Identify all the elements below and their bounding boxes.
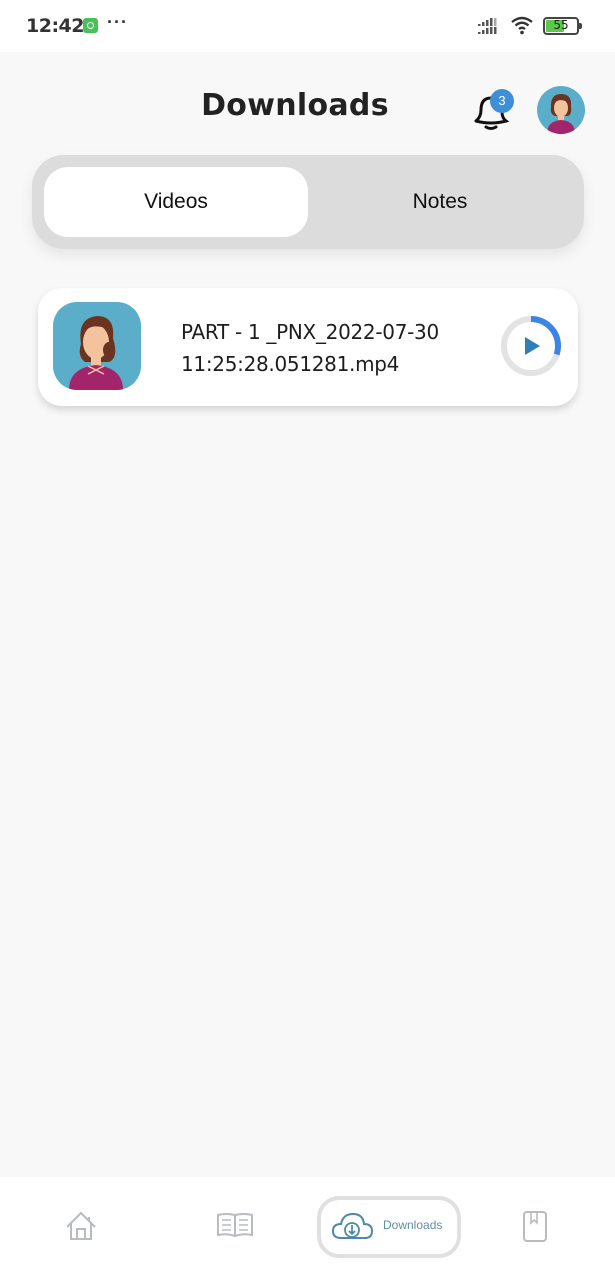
video-filename: PART - 1 _PNX_2022-07-30 11:25:28.051281… [181,320,439,376]
bookmark-icon [523,1211,547,1242]
profile-avatar-icon [547,94,575,134]
content-type-tabs: Videos Notes [32,155,584,249]
avatar[interactable] [537,86,585,134]
download-progress-play-button[interactable] [499,314,563,378]
tab-notes[interactable]: Notes [308,167,572,237]
battery-icon: 55 [543,17,582,35]
status-bar: 12:42 ··· 55 [0,0,615,52]
app-notification-icon [83,18,98,33]
play-icon [525,337,540,355]
signal-icon [478,18,497,34]
nav-bookmarks[interactable] [515,1177,555,1280]
wifi-icon [511,16,533,35]
cloud-download-icon [331,1212,374,1239]
bottom-navigation: Downloads [0,1177,615,1280]
nav-downloads-label: Downloads [383,1218,443,1232]
tab-videos[interactable]: Videos [44,167,308,237]
download-list-item[interactable]: PART - 1 _PNX_2022-07-30 11:25:28.051281… [38,288,578,406]
nav-downloads[interactable]: Downloads [317,1196,461,1258]
more-notifications-icon: ··· [107,12,128,32]
nav-home[interactable] [55,1177,107,1280]
book-icon [217,1213,253,1238]
battery-percent: 55 [553,18,569,32]
person-thumbnail-icon [69,316,123,390]
video-thumbnail [53,302,141,390]
notification-badge: 3 [490,89,514,113]
home-icon [66,1211,96,1240]
nav-library[interactable] [210,1177,260,1280]
status-time: 12:42 [26,15,84,37]
